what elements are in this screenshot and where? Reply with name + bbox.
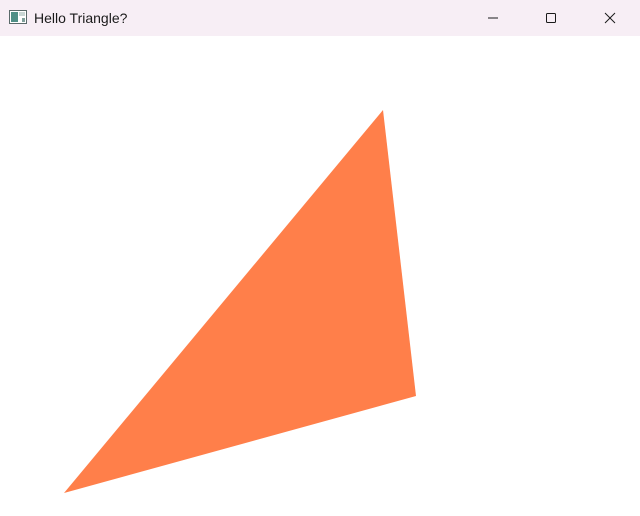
app-window: Hello Triangle? (0, 0, 640, 516)
close-icon (604, 12, 616, 24)
window-title: Hello Triangle? (34, 10, 128, 26)
minimize-button[interactable] (464, 0, 522, 36)
title-bar[interactable]: Hello Triangle? (0, 0, 640, 36)
app-window-icon (9, 10, 27, 24)
maximize-icon (545, 12, 557, 24)
rendered-triangle (64, 110, 416, 493)
close-button[interactable] (580, 0, 640, 36)
maximize-button[interactable] (522, 0, 580, 36)
minimize-icon (487, 12, 499, 24)
render-canvas[interactable] (0, 36, 640, 516)
